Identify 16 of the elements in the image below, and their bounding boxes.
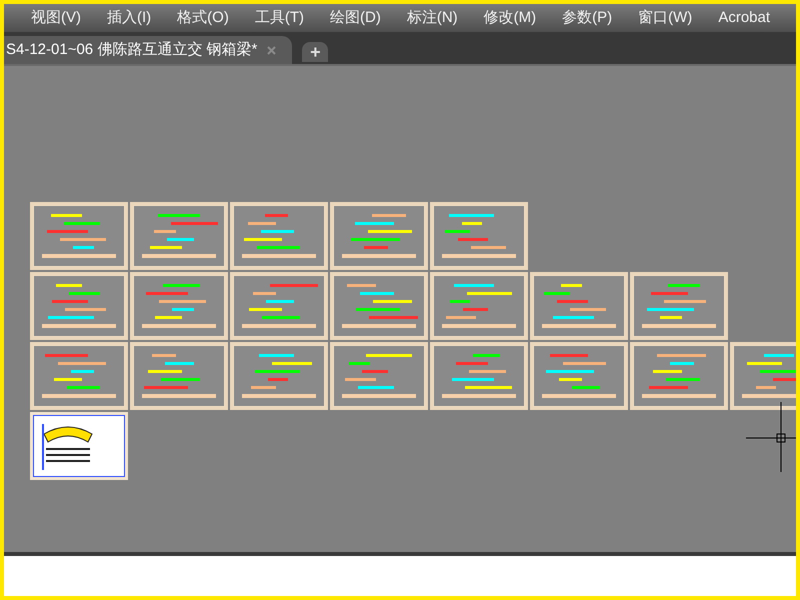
menu-item[interactable]: 绘图(D) [330,6,381,30]
drawing-canvas[interactable] [4,66,796,552]
crosshair-cursor-icon [746,402,796,472]
menu-item[interactable]: 标注(N) [406,6,458,30]
menu-item[interactable]: Acrobat [718,6,770,30]
menu-item[interactable]: 工具(T) [254,6,304,30]
menu-item[interactable]: 格式(O) [177,6,229,30]
menu-item[interactable]: 参数(P) [562,6,612,30]
menu-item[interactable]: 视图(V) [31,6,81,30]
new-tab-button[interactable]: + [302,42,328,62]
menu-item[interactable]: 窗口(W) [638,6,692,30]
tab-title: S4-12-01~06 佛陈路互通立交 钢箱梁* [6,40,258,60]
menu-item[interactable]: 插入(I) [107,6,152,30]
close-icon[interactable] [267,46,276,54]
document-tab[interactable]: S4-12-01~06 佛陈路互通立交 钢箱梁* [4,36,292,64]
menu-item[interactable]: 修改(M) [484,6,536,30]
